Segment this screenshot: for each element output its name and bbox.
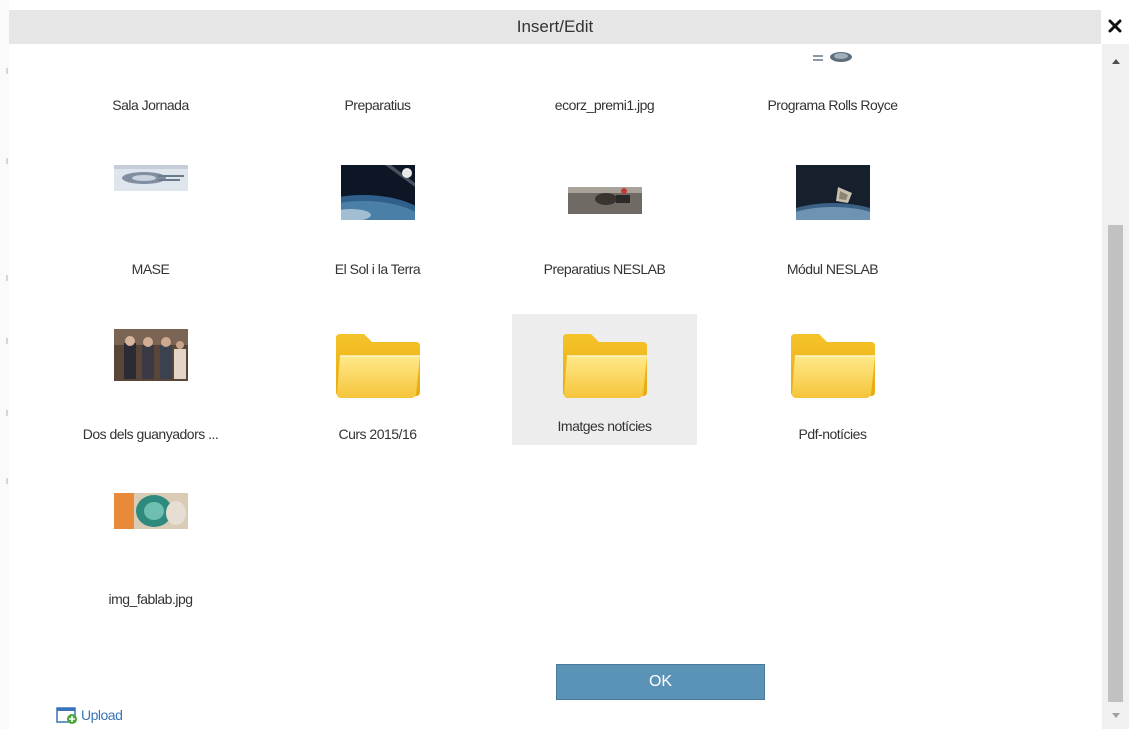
upload-icon — [56, 707, 77, 724]
image-thumbnail — [567, 165, 642, 214]
vertical-scrollbar[interactable] — [1102, 44, 1129, 729]
file-item-mase[interactable]: MASE — [58, 163, 243, 294]
file-item-label: Programa Rolls Royce — [767, 97, 898, 113]
background-mark — [6, 275, 8, 281]
file-item-label: Módul NESLAB — [786, 261, 879, 277]
file-item-label: Preparatius — [344, 97, 411, 113]
image-thumbnail — [340, 165, 415, 220]
close-button[interactable] — [1105, 16, 1125, 38]
scrollbar-thumb[interactable] — [1108, 225, 1123, 702]
background-mark — [6, 338, 8, 344]
scroll-up-button[interactable] — [1102, 48, 1129, 74]
scroll-down-button[interactable] — [1102, 703, 1129, 729]
arrow-down-icon — [1111, 713, 1120, 718]
ok-button[interactable]: OK — [556, 664, 765, 700]
file-item-label: img_fablab.jpg — [108, 591, 193, 607]
folder-icon — [790, 334, 875, 398]
file-item-label: Dos dels guanyadors ... — [82, 426, 219, 442]
file-item-label: Pdf-notícies — [798, 426, 867, 442]
file-item-label: ecorz_premi1.jpg — [554, 97, 655, 113]
image-thumbnail — [812, 52, 852, 62]
file-item-dos-dels-guanyadors[interactable]: Dos dels guanyadors ... — [58, 328, 243, 459]
image-thumbnail — [795, 165, 870, 220]
file-item-img-fablab[interactable]: img_fablab.jpg — [58, 493, 243, 624]
background-mark — [6, 68, 8, 74]
file-item-label: Curs 2015/16 — [338, 426, 417, 442]
file-item-sala-jornada[interactable]: Sala Jornada — [58, 44, 243, 130]
folder-icon — [562, 334, 647, 398]
file-item-preparatius-neslab[interactable]: Preparatius NESLAB — [512, 163, 697, 294]
background-page — [0, 0, 9, 729]
image-thumbnail — [113, 493, 188, 529]
file-item-ecorz-premi1[interactable]: ecorz_premi1.jpg — [512, 44, 697, 130]
background-mark — [6, 158, 8, 164]
file-item-label: Sala Jornada — [112, 97, 189, 113]
file-item-label: El Sol i la Terra — [334, 261, 421, 277]
insert-edit-dialog: Insert/Edit Sala Jornada Preparatius eco… — [9, 10, 1135, 729]
dialog-titlebar: Insert/Edit — [9, 10, 1101, 44]
file-item-label: Preparatius NESLAB — [543, 261, 666, 277]
file-item-preparatius[interactable]: Preparatius — [285, 44, 470, 130]
arrow-up-icon — [1111, 59, 1120, 64]
file-item-programa-rolls-royce[interactable]: Programa Rolls Royce — [740, 44, 925, 130]
background-mark — [6, 410, 8, 416]
image-thumbnail — [113, 165, 188, 191]
folder-item-imatges-noticies[interactable]: Imatges notícies — [512, 314, 697, 445]
file-item-modul-neslab[interactable]: Módul NESLAB — [740, 163, 925, 294]
folder-item-pdf-noticies[interactable]: Pdf-notícies — [740, 328, 925, 459]
background-mark — [6, 478, 8, 484]
folder-icon — [335, 334, 420, 398]
image-thumbnail — [113, 329, 188, 381]
close-icon — [1108, 19, 1122, 33]
file-item-label: Imatges notícies — [557, 418, 652, 434]
dialog-title: Insert/Edit — [516, 17, 594, 36]
file-item-label: MASE — [131, 261, 170, 277]
upload-button[interactable]: Upload — [56, 704, 123, 726]
upload-label: Upload — [81, 707, 123, 723]
file-item-el-sol-i-la-terra[interactable]: El Sol i la Terra — [285, 163, 470, 294]
folder-item-curs-2015-16[interactable]: Curs 2015/16 — [285, 328, 470, 459]
file-grid: Sala Jornada Preparatius ecorz_premi1.jp… — [9, 44, 1101, 729]
